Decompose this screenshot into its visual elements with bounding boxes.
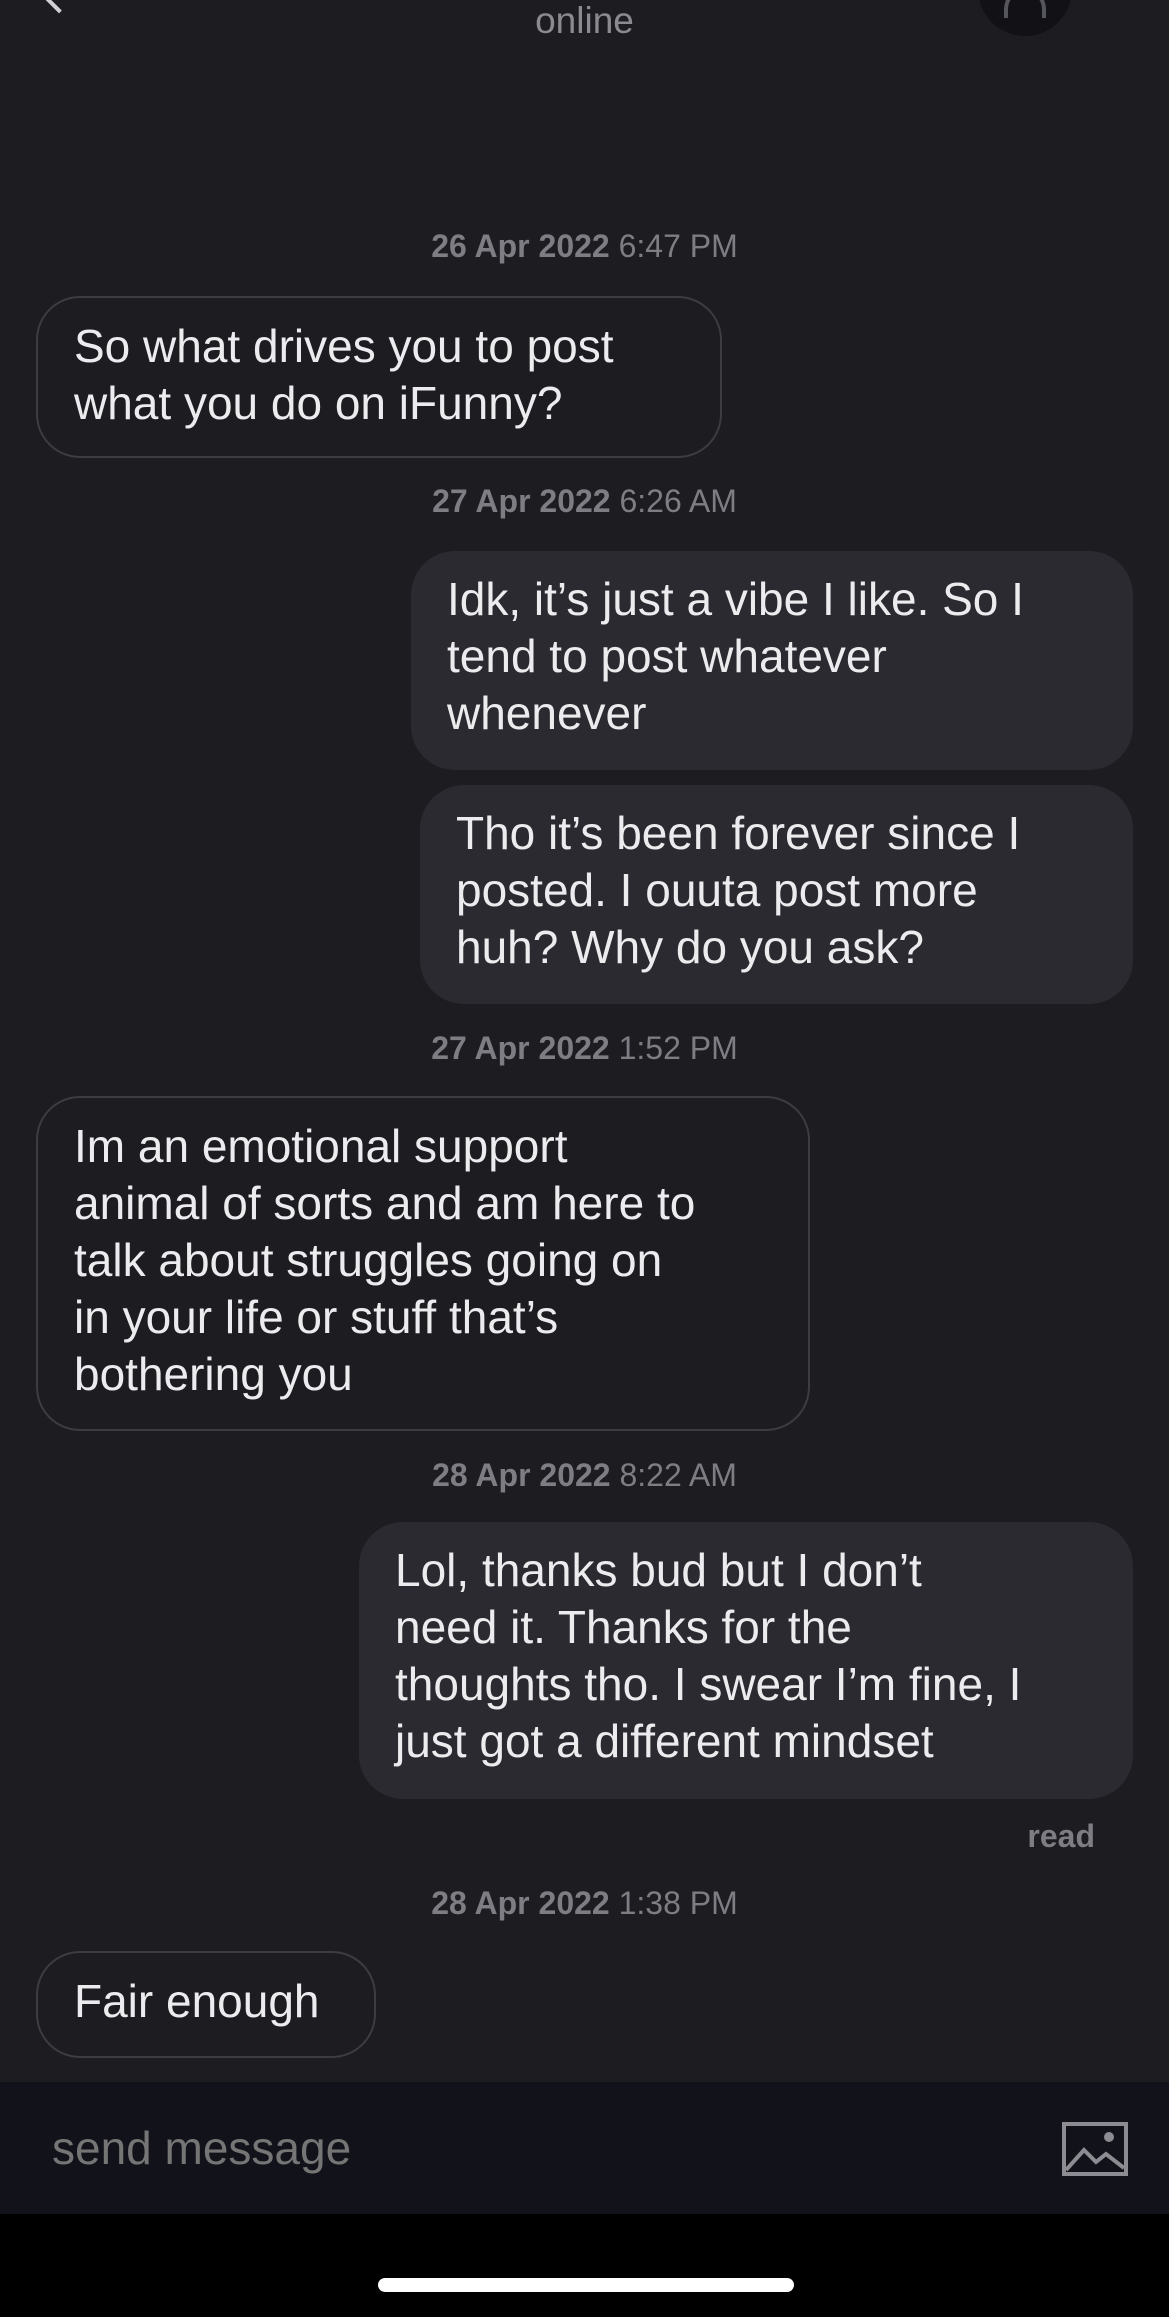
incoming-message[interactable]: So what drives you to post what you do o… — [36, 296, 722, 458]
message-input[interactable] — [52, 2118, 952, 2178]
incoming-message[interactable]: Fair enough — [36, 1951, 376, 2058]
incoming-message[interactable]: Im an emotional support animal of sorts … — [36, 1096, 810, 1431]
message-composer — [0, 2082, 1169, 2214]
timestamp: 27 Apr 2022 6:26 AM — [432, 483, 737, 519]
home-indicator[interactable] — [378, 2278, 794, 2292]
message-list[interactable]: 26 Apr 2022 6:47 PM So what drives you t… — [0, 0, 1169, 2082]
image-icon[interactable] — [1062, 2122, 1128, 2176]
read-receipt: read — [1027, 1818, 1095, 1854]
timestamp: 28 Apr 2022 1:38 PM — [431, 1885, 738, 1921]
timestamp: 27 Apr 2022 1:52 PM — [431, 1030, 738, 1066]
timestamp: 28 Apr 2022 8:22 AM — [432, 1457, 737, 1493]
timestamp: 26 Apr 2022 6:47 PM — [431, 228, 738, 264]
outgoing-message[interactable]: Idk, it’s just a vibe I like. So I tend … — [411, 551, 1133, 770]
system-bar — [0, 2214, 1169, 2317]
outgoing-message[interactable]: Lol, thanks bud but I don’t need it. Tha… — [359, 1522, 1133, 1799]
outgoing-message[interactable]: Tho it’s been forever since I posted. I … — [420, 785, 1133, 1004]
